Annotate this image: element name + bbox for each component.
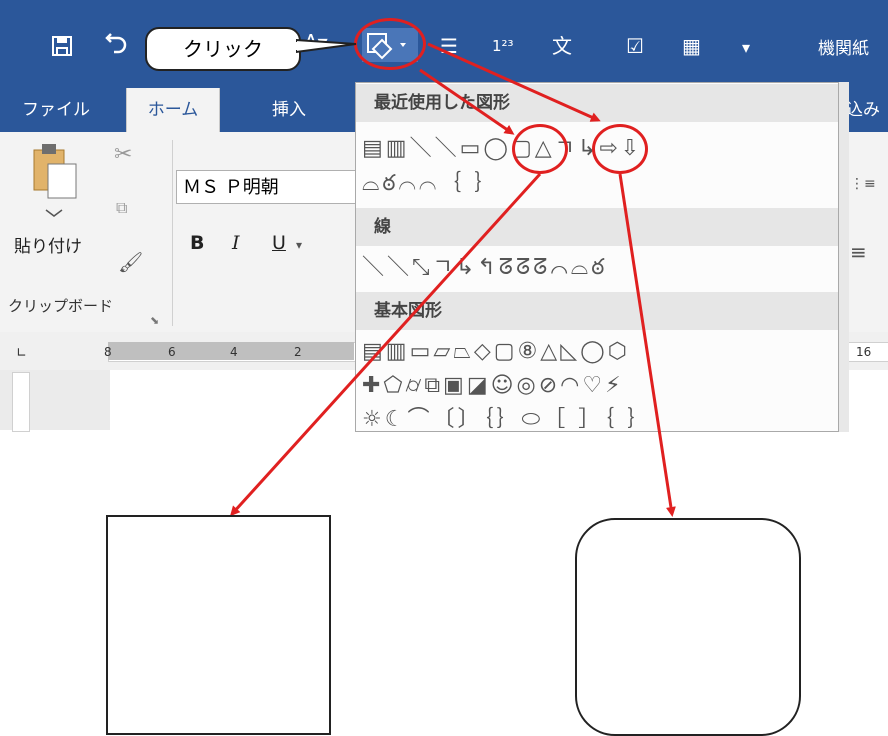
font-name-select[interactable]: ＭＳ Ｐ明朝 xyxy=(176,170,366,204)
highlight-circle-shapes-button xyxy=(354,18,426,70)
ruler-tick: 8 xyxy=(104,345,112,359)
tab-file[interactable]: ファイル xyxy=(22,88,90,132)
form-icon[interactable]: ☑ xyxy=(626,34,644,58)
numbering-icon[interactable]: 1²³ xyxy=(492,34,514,58)
underline-button[interactable]: U xyxy=(272,232,286,254)
highlight-circle-rectangle xyxy=(512,124,568,174)
ruler-tick: 2 xyxy=(294,345,302,359)
ruler-tick: 6 xyxy=(168,345,176,359)
format-painter-icon[interactable]: 🖌 xyxy=(118,250,143,274)
ruler-tick: 4 xyxy=(230,345,238,359)
underline-dropdown-icon[interactable]: ▾ xyxy=(296,238,302,252)
ruler-tick: 16 xyxy=(856,345,872,359)
text-box-icon[interactable]: ☰ xyxy=(440,34,458,58)
gallery-scrollbar[interactable] xyxy=(839,82,849,432)
italic-button[interactable]: I xyxy=(232,232,240,254)
click-callout: クリック xyxy=(145,27,301,71)
table-icon[interactable]: ▦ xyxy=(682,34,701,58)
recent-shapes-row[interactable]: ⌓ఠ⌒⌒｛ ｝ xyxy=(362,170,499,198)
tab-insert[interactable]: 挿入 xyxy=(272,88,306,132)
section-recent-shapes: 最近使用した図形 xyxy=(356,84,838,122)
highlight-circle-rounded-rectangle xyxy=(592,124,648,174)
group-divider xyxy=(172,140,173,326)
section-lines: 線 xyxy=(356,208,838,246)
save-icon[interactable] xyxy=(50,34,74,62)
basic-shapes-row[interactable]: ▤▥▭▱⏢◇▢⑧△◺◯⬡ xyxy=(362,338,630,366)
undo-icon[interactable] xyxy=(104,32,130,62)
bold-button[interactable]: B xyxy=(190,232,204,254)
copy-icon[interactable]: ⧉ xyxy=(116,198,127,218)
paste-label[interactable]: 貼り付け xyxy=(14,232,82,257)
tab-home[interactable]: ホーム xyxy=(126,88,220,132)
list-icon[interactable]: ⋮≡ xyxy=(850,176,876,192)
drawn-rounded-rectangle[interactable] xyxy=(575,518,801,736)
tab-stop-icon[interactable]: ∟ xyxy=(16,346,27,361)
customize-toolbar-icon[interactable]: ▾ xyxy=(742,36,750,60)
drawn-rectangle[interactable] xyxy=(106,515,331,735)
vertical-ruler[interactable] xyxy=(12,372,30,432)
lines-row[interactable]: ＼＼⤡ㄱ↳↰ᘔᘔᘔ⌒⌓ఠ xyxy=(362,254,607,282)
document-title: 機関紙 xyxy=(818,39,869,59)
basic-shapes-row[interactable]: ☼☾⌒〔〕｛｝⬭［ ］｛ ｝ xyxy=(362,406,652,434)
basic-shapes-row[interactable]: ✚⬠⌭⧉▣◪☺◎⊘◠♡⚡ xyxy=(362,372,624,400)
section-basic-shapes: 基本図形 xyxy=(356,292,838,330)
callout-pointer xyxy=(296,38,357,54)
clipboard-group-label: クリップボード xyxy=(8,297,114,315)
align-icon[interactable]: ≡ xyxy=(850,240,867,264)
text-direction-icon[interactable]: 文 xyxy=(552,34,572,58)
tab-mailings[interactable]: 込み xyxy=(846,88,880,132)
dialog-launcher-icon[interactable]: ⬊ xyxy=(150,314,159,327)
paste-icon[interactable] xyxy=(28,138,80,226)
cut-icon[interactable]: ✂ xyxy=(114,142,132,167)
